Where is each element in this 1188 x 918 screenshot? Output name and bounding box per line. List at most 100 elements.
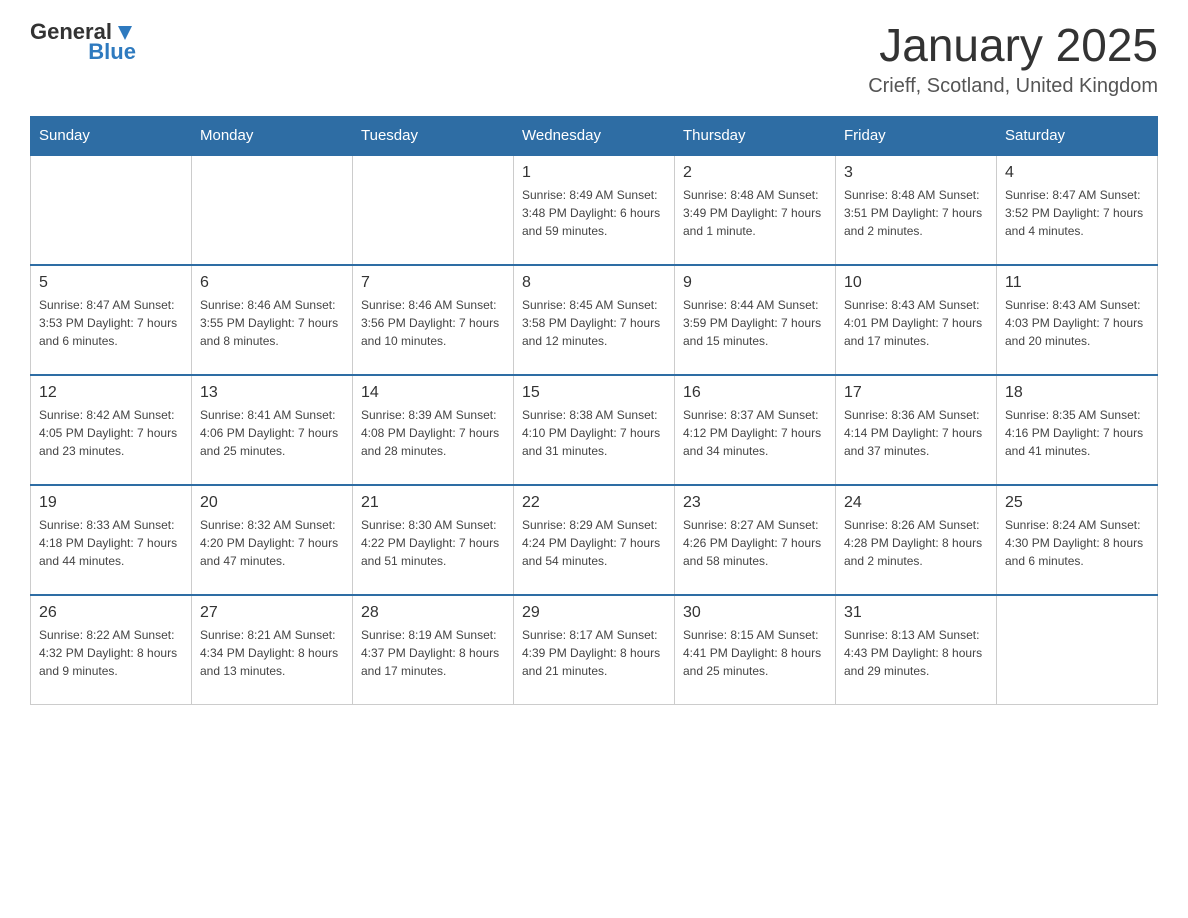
cell-info: Sunrise: 8:21 AM Sunset: 4:34 PM Dayligh…	[200, 626, 344, 680]
cell-info: Sunrise: 8:36 AM Sunset: 4:14 PM Dayligh…	[844, 406, 988, 460]
calendar-cell	[192, 155, 353, 265]
cell-day-number: 15	[522, 384, 666, 402]
calendar-body: 1 Sunrise: 8:49 AM Sunset: 3:48 PM Daylig…	[31, 155, 1158, 705]
cell-day-number: 5	[39, 274, 183, 292]
week-row-4: 19 Sunrise: 8:33 AM Sunset: 4:18 PM Dayli…	[31, 485, 1158, 595]
page-subtitle: Crieff, Scotland, United Kingdom	[868, 75, 1158, 98]
cell-info: Sunrise: 8:33 AM Sunset: 4:18 PM Dayligh…	[39, 516, 183, 570]
cell-info: Sunrise: 8:37 AM Sunset: 4:12 PM Dayligh…	[683, 406, 827, 460]
cell-day-number: 20	[200, 494, 344, 512]
calendar-cell: 11Sunrise: 8:43 AM Sunset: 4:03 PM Dayli…	[997, 265, 1158, 375]
calendar-cell: 22 Sunrise: 8:29 AM Sunset: 4:24 PM Dayli…	[514, 485, 675, 595]
cell-day-number: 6	[200, 274, 344, 292]
cell-day-number: 30	[683, 604, 827, 622]
cell-day-number: 25	[1005, 494, 1149, 512]
week-row-2: 5 Sunrise: 8:47 AM Sunset: 3:53 PM Daylig…	[31, 265, 1158, 375]
calendar-cell	[353, 155, 514, 265]
calendar-cell: 2 Sunrise: 8:48 AM Sunset: 3:49 PM Daylig…	[675, 155, 836, 265]
cell-info: Sunrise: 8:35 AM Sunset: 4:16 PM Dayligh…	[1005, 406, 1149, 460]
day-header-wednesday: Wednesday	[514, 116, 675, 155]
calendar-cell: 12Sunrise: 8:42 AM Sunset: 4:05 PM Dayli…	[31, 375, 192, 485]
cell-info: Sunrise: 8:43 AM Sunset: 4:01 PM Dayligh…	[844, 296, 988, 350]
cell-info: Sunrise: 8:22 AM Sunset: 4:32 PM Dayligh…	[39, 626, 183, 680]
calendar-cell: 27 Sunrise: 8:21 AM Sunset: 4:34 PM Dayli…	[192, 595, 353, 705]
calendar-cell: 29Sunrise: 8:17 AM Sunset: 4:39 PM Dayli…	[514, 595, 675, 705]
cell-day-number: 7	[361, 274, 505, 292]
logo-text-blue: Blue	[88, 40, 136, 64]
cell-info: Sunrise: 8:13 AM Sunset: 4:43 PM Dayligh…	[844, 626, 988, 680]
day-header-saturday: Saturday	[997, 116, 1158, 155]
cell-day-number: 1	[522, 164, 666, 182]
calendar-cell: 21Sunrise: 8:30 AM Sunset: 4:22 PM Dayli…	[353, 485, 514, 595]
calendar-cell: 15Sunrise: 8:38 AM Sunset: 4:10 PM Dayli…	[514, 375, 675, 485]
day-header-tuesday: Tuesday	[353, 116, 514, 155]
cell-day-number: 2	[683, 164, 827, 182]
cell-info: Sunrise: 8:39 AM Sunset: 4:08 PM Dayligh…	[361, 406, 505, 460]
cell-info: Sunrise: 8:32 AM Sunset: 4:20 PM Dayligh…	[200, 516, 344, 570]
calendar-cell: 31 Sunrise: 8:13 AM Sunset: 4:43 PM Dayli…	[836, 595, 997, 705]
cell-info: Sunrise: 8:41 AM Sunset: 4:06 PM Dayligh…	[200, 406, 344, 460]
page-title: January 2025	[868, 20, 1158, 71]
calendar-cell: 6Sunrise: 8:46 AM Sunset: 3:55 PM Daylig…	[192, 265, 353, 375]
calendar-cell: 7 Sunrise: 8:46 AM Sunset: 3:56 PM Daylig…	[353, 265, 514, 375]
cell-info: Sunrise: 8:27 AM Sunset: 4:26 PM Dayligh…	[683, 516, 827, 570]
cell-day-number: 24	[844, 494, 988, 512]
page-header: General Blue January 2025 Crieff, Scotla…	[30, 20, 1158, 98]
cell-info: Sunrise: 8:49 AM Sunset: 3:48 PM Dayligh…	[522, 186, 666, 240]
calendar-header: SundayMondayTuesdayWednesdayThursdayFrid…	[31, 116, 1158, 155]
day-header-thursday: Thursday	[675, 116, 836, 155]
day-header-sunday: Sunday	[31, 116, 192, 155]
cell-day-number: 13	[200, 384, 344, 402]
cell-day-number: 22	[522, 494, 666, 512]
calendar-cell: 1 Sunrise: 8:49 AM Sunset: 3:48 PM Daylig…	[514, 155, 675, 265]
cell-info: Sunrise: 8:19 AM Sunset: 4:37 PM Dayligh…	[361, 626, 505, 680]
day-header-friday: Friday	[836, 116, 997, 155]
week-row-3: 12Sunrise: 8:42 AM Sunset: 4:05 PM Dayli…	[31, 375, 1158, 485]
cell-day-number: 17	[844, 384, 988, 402]
cell-day-number: 27	[200, 604, 344, 622]
week-row-1: 1 Sunrise: 8:49 AM Sunset: 3:48 PM Daylig…	[31, 155, 1158, 265]
cell-day-number: 23	[683, 494, 827, 512]
calendar-cell: 30 Sunrise: 8:15 AM Sunset: 4:41 PM Dayli…	[675, 595, 836, 705]
cell-info: Sunrise: 8:44 AM Sunset: 3:59 PM Dayligh…	[683, 296, 827, 350]
cell-day-number: 31	[844, 604, 988, 622]
cell-info: Sunrise: 8:24 AM Sunset: 4:30 PM Dayligh…	[1005, 516, 1149, 570]
title-section: January 2025 Crieff, Scotland, United Ki…	[868, 20, 1158, 98]
cell-info: Sunrise: 8:45 AM Sunset: 3:58 PM Dayligh…	[522, 296, 666, 350]
cell-info: Sunrise: 8:48 AM Sunset: 3:51 PM Dayligh…	[844, 186, 988, 240]
cell-info: Sunrise: 8:15 AM Sunset: 4:41 PM Dayligh…	[683, 626, 827, 680]
calendar-cell: 19 Sunrise: 8:33 AM Sunset: 4:18 PM Dayli…	[31, 485, 192, 595]
calendar-cell: 26 Sunrise: 8:22 AM Sunset: 4:32 PM Dayli…	[31, 595, 192, 705]
cell-day-number: 4	[1005, 164, 1149, 182]
calendar-cell: 20 Sunrise: 8:32 AM Sunset: 4:20 PM Dayli…	[192, 485, 353, 595]
calendar-cell: 18 Sunrise: 8:35 AM Sunset: 4:16 PM Dayli…	[997, 375, 1158, 485]
calendar-cell: 5 Sunrise: 8:47 AM Sunset: 3:53 PM Daylig…	[31, 265, 192, 375]
cell-info: Sunrise: 8:17 AM Sunset: 4:39 PM Dayligh…	[522, 626, 666, 680]
week-row-5: 26 Sunrise: 8:22 AM Sunset: 4:32 PM Dayli…	[31, 595, 1158, 705]
calendar-cell	[31, 155, 192, 265]
calendar-cell: 17 Sunrise: 8:36 AM Sunset: 4:14 PM Dayli…	[836, 375, 997, 485]
calendar-cell: 28Sunrise: 8:19 AM Sunset: 4:37 PM Dayli…	[353, 595, 514, 705]
calendar-cell: 9 Sunrise: 8:44 AM Sunset: 3:59 PM Daylig…	[675, 265, 836, 375]
cell-day-number: 8	[522, 274, 666, 292]
calendar-cell: 16 Sunrise: 8:37 AM Sunset: 4:12 PM Dayli…	[675, 375, 836, 485]
cell-info: Sunrise: 8:48 AM Sunset: 3:49 PM Dayligh…	[683, 186, 827, 240]
cell-day-number: 21	[361, 494, 505, 512]
calendar-cell: 13 Sunrise: 8:41 AM Sunset: 4:06 PM Dayli…	[192, 375, 353, 485]
cell-day-number: 18	[1005, 384, 1149, 402]
day-header-monday: Monday	[192, 116, 353, 155]
cell-day-number: 10	[844, 274, 988, 292]
cell-info: Sunrise: 8:29 AM Sunset: 4:24 PM Dayligh…	[522, 516, 666, 570]
cell-day-number: 26	[39, 604, 183, 622]
cell-day-number: 16	[683, 384, 827, 402]
calendar-cell: 24Sunrise: 8:26 AM Sunset: 4:28 PM Dayli…	[836, 485, 997, 595]
cell-day-number: 19	[39, 494, 183, 512]
cell-day-number: 12	[39, 384, 183, 402]
cell-info: Sunrise: 8:47 AM Sunset: 3:52 PM Dayligh…	[1005, 186, 1149, 240]
cell-day-number: 14	[361, 384, 505, 402]
cell-info: Sunrise: 8:46 AM Sunset: 3:56 PM Dayligh…	[361, 296, 505, 350]
cell-day-number: 9	[683, 274, 827, 292]
calendar-cell: 25 Sunrise: 8:24 AM Sunset: 4:30 PM Dayli…	[997, 485, 1158, 595]
calendar-cell	[997, 595, 1158, 705]
cell-info: Sunrise: 8:47 AM Sunset: 3:53 PM Dayligh…	[39, 296, 183, 350]
